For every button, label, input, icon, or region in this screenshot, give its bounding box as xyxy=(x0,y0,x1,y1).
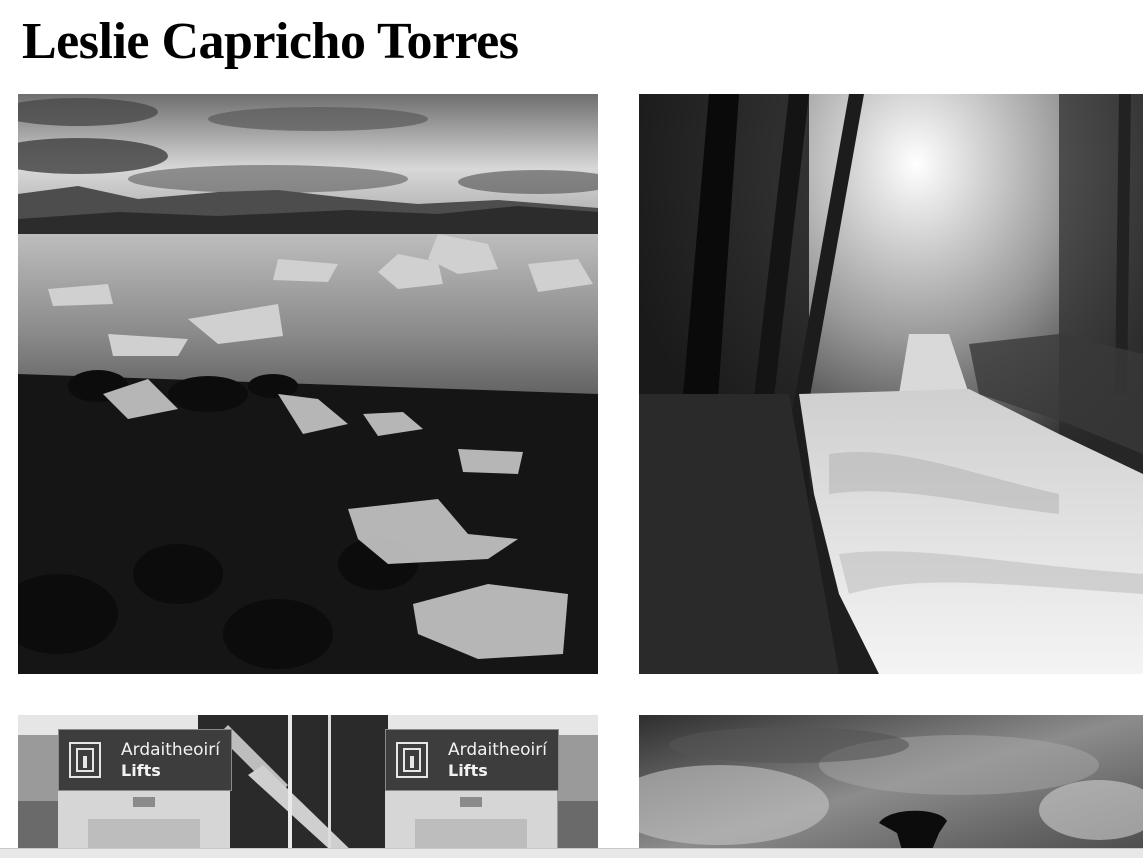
gallery-photo-cloudy-sky[interactable] xyxy=(639,715,1143,857)
sign-irish-label: Ardaitheoirí xyxy=(448,740,547,760)
page-title: Leslie Capricho Torres xyxy=(22,13,519,70)
cloudy-sky-image xyxy=(639,715,1143,857)
sign-irish-label: Ardaitheoirí xyxy=(121,740,220,760)
glacier-lagoon-image xyxy=(18,94,598,674)
sign-english-label: Lifts xyxy=(121,761,161,780)
sign-english-label: Lifts xyxy=(448,761,488,780)
gallery-photo-forest-waterfall[interactable] xyxy=(639,94,1143,674)
lifts-sign: Ardaitheoirí Lifts xyxy=(58,729,232,791)
forest-waterfall-image xyxy=(639,94,1143,674)
lifts-sign: Ardaitheoirí Lifts xyxy=(385,729,559,791)
gallery-photo-glacier-lagoon[interactable] xyxy=(18,94,598,674)
elevator-icon xyxy=(69,742,101,778)
gallery-photo-lifts[interactable]: Ardaitheoirí Lifts Ardaitheoirí Lifts xyxy=(18,715,598,857)
elevator-icon xyxy=(396,742,428,778)
